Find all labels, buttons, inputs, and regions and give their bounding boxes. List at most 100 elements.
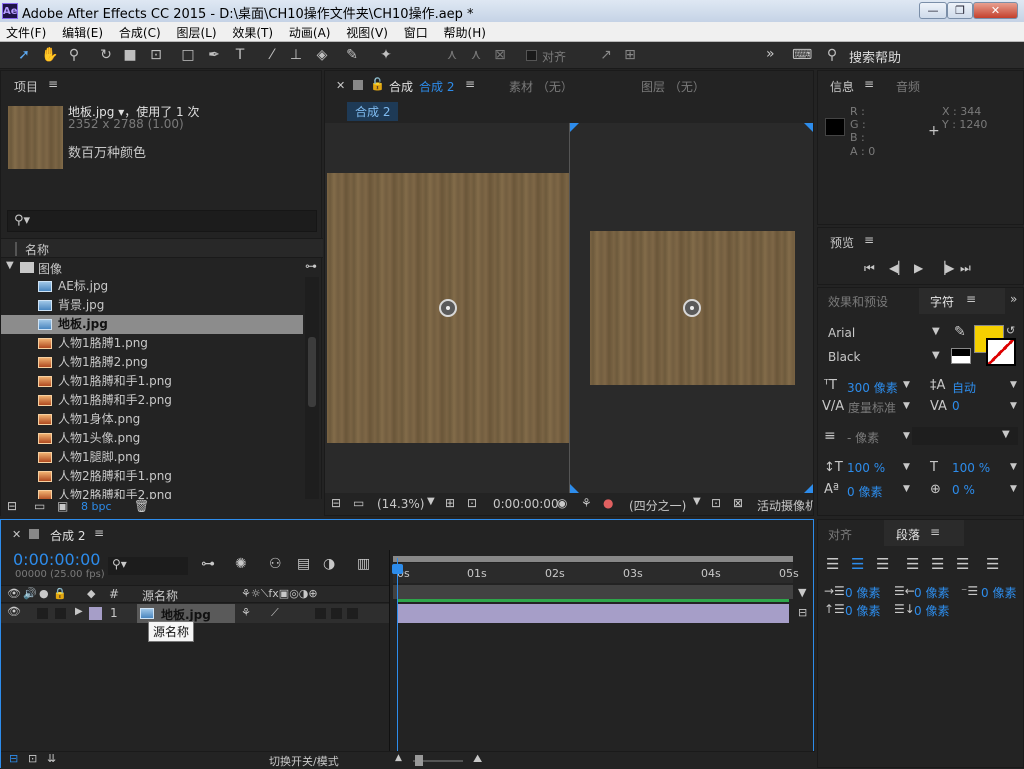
workspace-icon[interactable]: ⌨	[792, 46, 812, 64]
tsume-value[interactable]: 0 %	[952, 483, 975, 497]
time-ruler[interactable]: 0s 01s 02s 03s 04s 05s	[393, 563, 799, 583]
shy-switch-icon[interactable]: ⚘	[241, 606, 251, 619]
chevron-down-icon[interactable]: ▼	[427, 496, 435, 507]
left-view[interactable]	[325, 123, 569, 493]
justify-right-icon[interactable]: ☰	[956, 555, 969, 573]
search-help-field[interactable]: 搜索帮助	[849, 47, 901, 66]
monitor-icon[interactable]: ▭	[353, 496, 364, 510]
baseline-shift-value[interactable]: 0 像素	[847, 483, 882, 500]
leading-value[interactable]: 自动	[952, 379, 976, 396]
panel-menu-icon[interactable]: ≡	[48, 77, 58, 91]
default-colors-icon[interactable]	[951, 348, 971, 364]
clone-stamp-tool-icon[interactable]: ⊥	[286, 46, 306, 64]
current-time[interactable]: 0:00:00:00	[13, 550, 100, 569]
always-preview-icon[interactable]: ⊟	[331, 496, 341, 510]
work-area-bar[interactable]	[393, 556, 793, 562]
stroke-color-swatch[interactable]	[986, 338, 1016, 366]
preview-tab[interactable]: 预览	[830, 234, 854, 251]
menu-composition[interactable]: 合成(C)	[113, 22, 167, 43]
stroke-style-dropdown[interactable]: ▼	[912, 427, 1018, 445]
paragraph-tab[interactable]: 段落	[896, 526, 920, 543]
project-search-input[interactable]: ⚲▾	[7, 210, 317, 232]
list-item[interactable]: 人物1胳膊和手2.png	[1, 391, 303, 410]
next-frame-icon[interactable]: ▕▶	[936, 261, 954, 275]
interpret-footage-icon[interactable]: ⊟	[7, 499, 17, 513]
audio-switch-icon[interactable]: 🔊	[23, 587, 37, 600]
name-column-header[interactable]: 名称	[25, 241, 49, 258]
selection-tool-icon[interactable]: ➚	[14, 46, 34, 64]
maximize-button[interactable]: ❐	[947, 2, 973, 19]
playhead-handle[interactable]	[392, 564, 403, 574]
project-scrollbar[interactable]	[305, 277, 319, 501]
3d-toggle[interactable]	[347, 608, 358, 619]
layer-tab[interactable]: 图层 （无）	[641, 78, 705, 95]
color-channel-icon[interactable]: ●	[603, 496, 613, 510]
new-folder-icon[interactable]: ▭	[34, 499, 45, 513]
puppet-pin-tool-icon[interactable]: ✦	[376, 46, 396, 64]
list-item[interactable]: 人物1头像.png	[1, 429, 303, 448]
snapshot-icon[interactable]: ◉	[557, 496, 567, 510]
zoom-in-icon[interactable]: ⛰	[473, 752, 482, 766]
audio-toggle[interactable]	[37, 608, 48, 619]
panel-menu-icon[interactable]: ≡	[930, 525, 940, 539]
list-item[interactable]: 人物2胳膊和手1.png	[1, 467, 303, 486]
motion-blur-toggle[interactable]	[315, 608, 326, 619]
justify-center-icon[interactable]: ☰	[931, 555, 944, 573]
comp-button-icon[interactable]: ⊟	[798, 606, 807, 619]
list-item[interactable]: AE标.jpg	[1, 277, 303, 296]
zoom-slider-thumb[interactable]	[415, 755, 423, 766]
quality-switch-icon[interactable]: ⟋	[271, 606, 279, 620]
camera-tool-icon[interactable]: ■	[120, 46, 140, 64]
align-left-icon[interactable]: ☰	[826, 555, 839, 573]
adjustment-toggle[interactable]	[331, 608, 342, 619]
zoom-out-icon[interactable]: ▲	[395, 753, 402, 763]
lock-toggle[interactable]	[55, 608, 66, 619]
comp-flowchart-icon[interactable]: ⊶	[201, 556, 215, 572]
chevron-down-icon[interactable]: ▼	[903, 484, 910, 494]
vertical-scale-value[interactable]: 100 %	[847, 461, 885, 475]
axis-local-icon[interactable]: ⋏	[442, 46, 462, 64]
menu-animation[interactable]: 动画(A)	[283, 22, 337, 43]
text-tool-icon[interactable]: T	[230, 46, 250, 64]
axis-world-icon[interactable]: ⋏	[466, 46, 486, 64]
show-snapshot-icon[interactable]: ⚘	[581, 496, 592, 510]
chevron-down-icon[interactable]: ▼	[903, 462, 910, 472]
stroke-width-value[interactable]: - 像素	[847, 429, 879, 446]
region-icon[interactable]: ⊡	[467, 496, 477, 510]
snap-grid-icon[interactable]: ⊞	[620, 46, 640, 64]
motion-blur-icon[interactable]: ◑	[323, 556, 335, 572]
space-before-value[interactable]: 0 像素	[845, 602, 880, 619]
horizontal-scale-value[interactable]: 100 %	[952, 461, 990, 475]
chevron-down-icon[interactable]: ▼	[1010, 401, 1017, 411]
viewer-canvas[interactable]	[325, 123, 813, 493]
menu-window[interactable]: 窗口	[398, 22, 434, 43]
axis-view-icon[interactable]: ⊠	[490, 46, 510, 64]
transfer-controls-icon[interactable]: ⊡	[28, 752, 37, 765]
camera-dropdown[interactable]: 活动摄像机	[757, 497, 813, 514]
last-frame-icon[interactable]: ⏭	[960, 261, 971, 276]
delete-icon[interactable]: 🗑	[134, 499, 149, 513]
list-item[interactable]: 背景.jpg	[1, 296, 303, 315]
expand-layer-icon[interactable]: ▶	[75, 606, 83, 617]
close-comp-tab-icon[interactable]: ✕	[336, 79, 345, 92]
anchor-point-icon[interactable]	[683, 299, 701, 317]
roi-icon[interactable]: ⊡	[711, 496, 721, 510]
chevron-down-icon[interactable]: ▼	[693, 496, 701, 507]
pen-tool-icon[interactable]: ✒	[204, 46, 224, 64]
anchor-point-icon[interactable]	[439, 299, 457, 317]
eraser-tool-icon[interactable]: ◈	[312, 46, 332, 64]
graph-editor-icon[interactable]: ▥	[357, 556, 370, 572]
snap-icon[interactable]: ↗	[596, 46, 616, 64]
brush-tool-icon[interactable]: ⁄	[262, 46, 282, 64]
panel-menu-icon[interactable]: ≡	[465, 77, 475, 91]
panel-menu-icon[interactable]: ≡	[94, 526, 104, 540]
more-panels-icon[interactable]: »	[1010, 292, 1017, 306]
swap-colors-icon[interactable]: ↺	[1006, 324, 1015, 337]
zoom-dropdown[interactable]: (14.3%)	[377, 497, 424, 511]
viewer-timecode[interactable]: 0:00:00:00	[493, 497, 559, 511]
video-switch-icon[interactable]: 👁	[7, 587, 21, 600]
tracking-value[interactable]: 0	[952, 399, 960, 413]
resolution-dropdown[interactable]: (四分之一)	[629, 497, 686, 514]
list-item[interactable]: 人物1胳膊1.png	[1, 334, 303, 353]
solo-switch-icon[interactable]: ●	[39, 587, 49, 600]
